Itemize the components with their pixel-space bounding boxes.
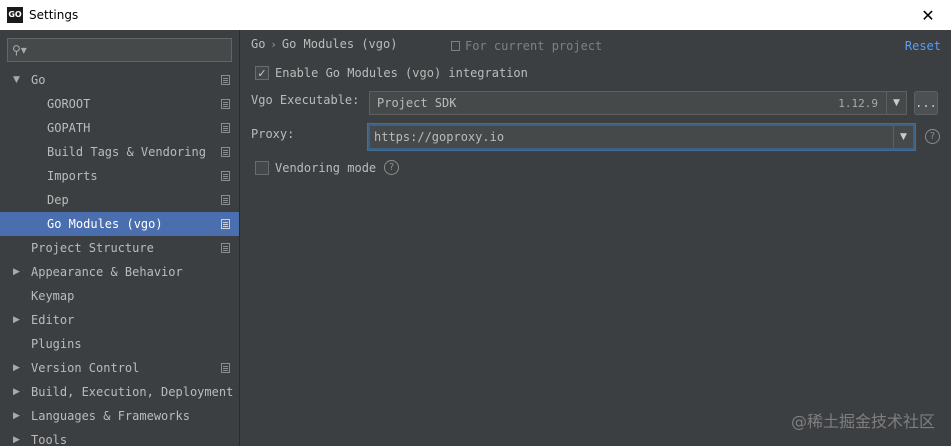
sidebar-item[interactable]: Build Tags & Vendoring [0, 140, 239, 164]
triangle-right-icon[interactable]: ▶ [13, 363, 23, 373]
triangle-down-icon[interactable]: ▼ [13, 75, 23, 85]
project-settings-icon [221, 75, 230, 85]
sidebar-item-label: Appearance & Behavior [31, 265, 183, 279]
watermark: @稀土掘金技术社区 [790, 412, 935, 431]
chevron-down-icon[interactable]: ▼ [886, 92, 906, 114]
sidebar-item-label: Imports [47, 169, 98, 183]
settings-search-box[interactable]: ⚲▾ [7, 38, 232, 62]
breadcrumb: Go › Go Modules (vgo) [251, 37, 397, 51]
enable-go-modules-label: Enable Go Modules (vgo) integration [275, 66, 528, 80]
triangle-right-icon[interactable]: ▶ [13, 387, 23, 397]
title-bar: GO Settings ✕ [0, 0, 951, 30]
project-settings-icon [221, 363, 230, 373]
sidebar-item-label: Go [31, 73, 46, 87]
triangle-right-icon[interactable]: ▶ [13, 267, 23, 277]
go-modules-panel: Go › Go Modules (vgo) For current projec… [241, 30, 951, 446]
sidebar-item-label: Languages & Frameworks [31, 409, 190, 423]
sidebar-item-label: Build, Execution, Deployment [31, 385, 234, 399]
triangle-right-icon[interactable]: ▶ [13, 315, 23, 325]
sidebar-item-label: Editor [31, 313, 75, 327]
sidebar-item-label: Dep [47, 193, 69, 207]
window-title: Settings [29, 8, 79, 22]
ellipsis-icon: ... [915, 96, 937, 110]
sidebar-item-label: Go Modules (vgo) [47, 217, 163, 231]
scope-indicator: For current project [451, 39, 602, 53]
enable-go-modules-row[interactable]: ✓ Enable Go Modules (vgo) integration [255, 66, 528, 80]
project-settings-icon [221, 195, 230, 205]
sidebar-item-label: Project Structure [31, 241, 154, 255]
vendoring-mode-row[interactable]: Vendoring mode ? [255, 160, 400, 175]
triangle-right-icon[interactable]: ▶ [13, 411, 23, 421]
sidebar-item[interactable]: Dep [0, 188, 239, 212]
proxy-input-value[interactable]: https://goproxy.io [374, 130, 893, 144]
goland-app-icon: GO [7, 7, 23, 23]
sidebar-item-label: Version Control [31, 361, 140, 375]
sidebar-item[interactable]: Plugins [0, 332, 239, 356]
project-scope-icon [451, 41, 460, 51]
proxy-label: Proxy: [251, 127, 295, 141]
sidebar-item-label: Keymap [31, 289, 75, 303]
vendoring-mode-checkbox[interactable] [255, 160, 269, 175]
sidebar-item-label: GOPATH [47, 121, 91, 135]
settings-search-input[interactable] [30, 43, 231, 57]
project-settings-icon [221, 171, 230, 181]
settings-tree: ▼ Go GOROOT GOPATH Build Tags & Vendoring Imp… [0, 68, 239, 446]
enable-go-modules-checkbox[interactable]: ✓ [255, 66, 269, 80]
sidebar-item[interactable]: GOROOT [0, 92, 239, 116]
sdk-version: 1.12.9 [838, 96, 878, 110]
project-settings-icon [221, 243, 230, 253]
sidebar-item[interactable]: ▶ Editor [0, 308, 239, 332]
sidebar-item-label: GOROOT [47, 97, 91, 111]
sidebar-item[interactable]: ▶ Version Control [0, 356, 239, 380]
sidebar-item[interactable]: ▼ Go [0, 68, 239, 92]
vgo-executable-combo[interactable]: Project SDK 1.12.9 ▼ [369, 91, 907, 115]
project-settings-icon [221, 219, 230, 229]
sidebar-item[interactable]: Go Modules (vgo) [0, 212, 239, 236]
sidebar-item-label: Plugins [31, 337, 82, 351]
sidebar-item[interactable]: Project Structure [0, 236, 239, 260]
sidebar-item[interactable]: ▶ Languages & Frameworks [0, 404, 239, 428]
vgo-executable-value: Project SDK [377, 96, 457, 110]
sidebar-item[interactable]: ▶ Build, Execution, Deployment [0, 380, 239, 404]
sidebar-item[interactable]: ▶ Appearance & Behavior [0, 260, 239, 284]
reset-link[interactable]: Reset [905, 39, 941, 53]
browse-button[interactable]: ... [914, 91, 938, 115]
project-settings-icon [221, 99, 230, 109]
proxy-combo[interactable]: https://goproxy.io ▼ [368, 124, 915, 150]
project-settings-icon [221, 147, 230, 157]
search-icon: ⚲▾ [12, 43, 27, 57]
sidebar-item[interactable]: Imports [0, 164, 239, 188]
chevron-down-icon[interactable]: ▼ [893, 126, 913, 148]
close-button[interactable]: ✕ [905, 0, 951, 30]
sidebar-item[interactable]: GOPATH [0, 116, 239, 140]
close-icon: ✕ [921, 5, 935, 25]
vendoring-mode-label: Vendoring mode [275, 160, 377, 175]
triangle-right-icon[interactable]: ▶ [13, 435, 23, 445]
scope-label: For current project [465, 39, 603, 53]
vgo-executable-label: Vgo Executable: [251, 93, 360, 107]
proxy-help-icon[interactable]: ? [925, 129, 940, 144]
sidebar-item[interactable]: Keymap [0, 284, 239, 308]
project-settings-icon [221, 123, 230, 133]
vendoring-help-icon[interactable]: ? [384, 160, 400, 175]
settings-sidebar: ⚲▾ ▼ Go GOROOT GOPATH Build Tags & Vendoring… [0, 30, 240, 446]
sidebar-item[interactable]: ▶ Tools [0, 428, 239, 446]
breadcrumb-item-go[interactable]: Go [251, 37, 265, 51]
sidebar-item-label: Tools [31, 433, 68, 446]
breadcrumb-item-go-modules: Go Modules (vgo) [281, 37, 398, 51]
breadcrumb-separator-icon: › [271, 37, 276, 51]
sidebar-item-label: Build Tags & Vendoring [47, 145, 206, 159]
